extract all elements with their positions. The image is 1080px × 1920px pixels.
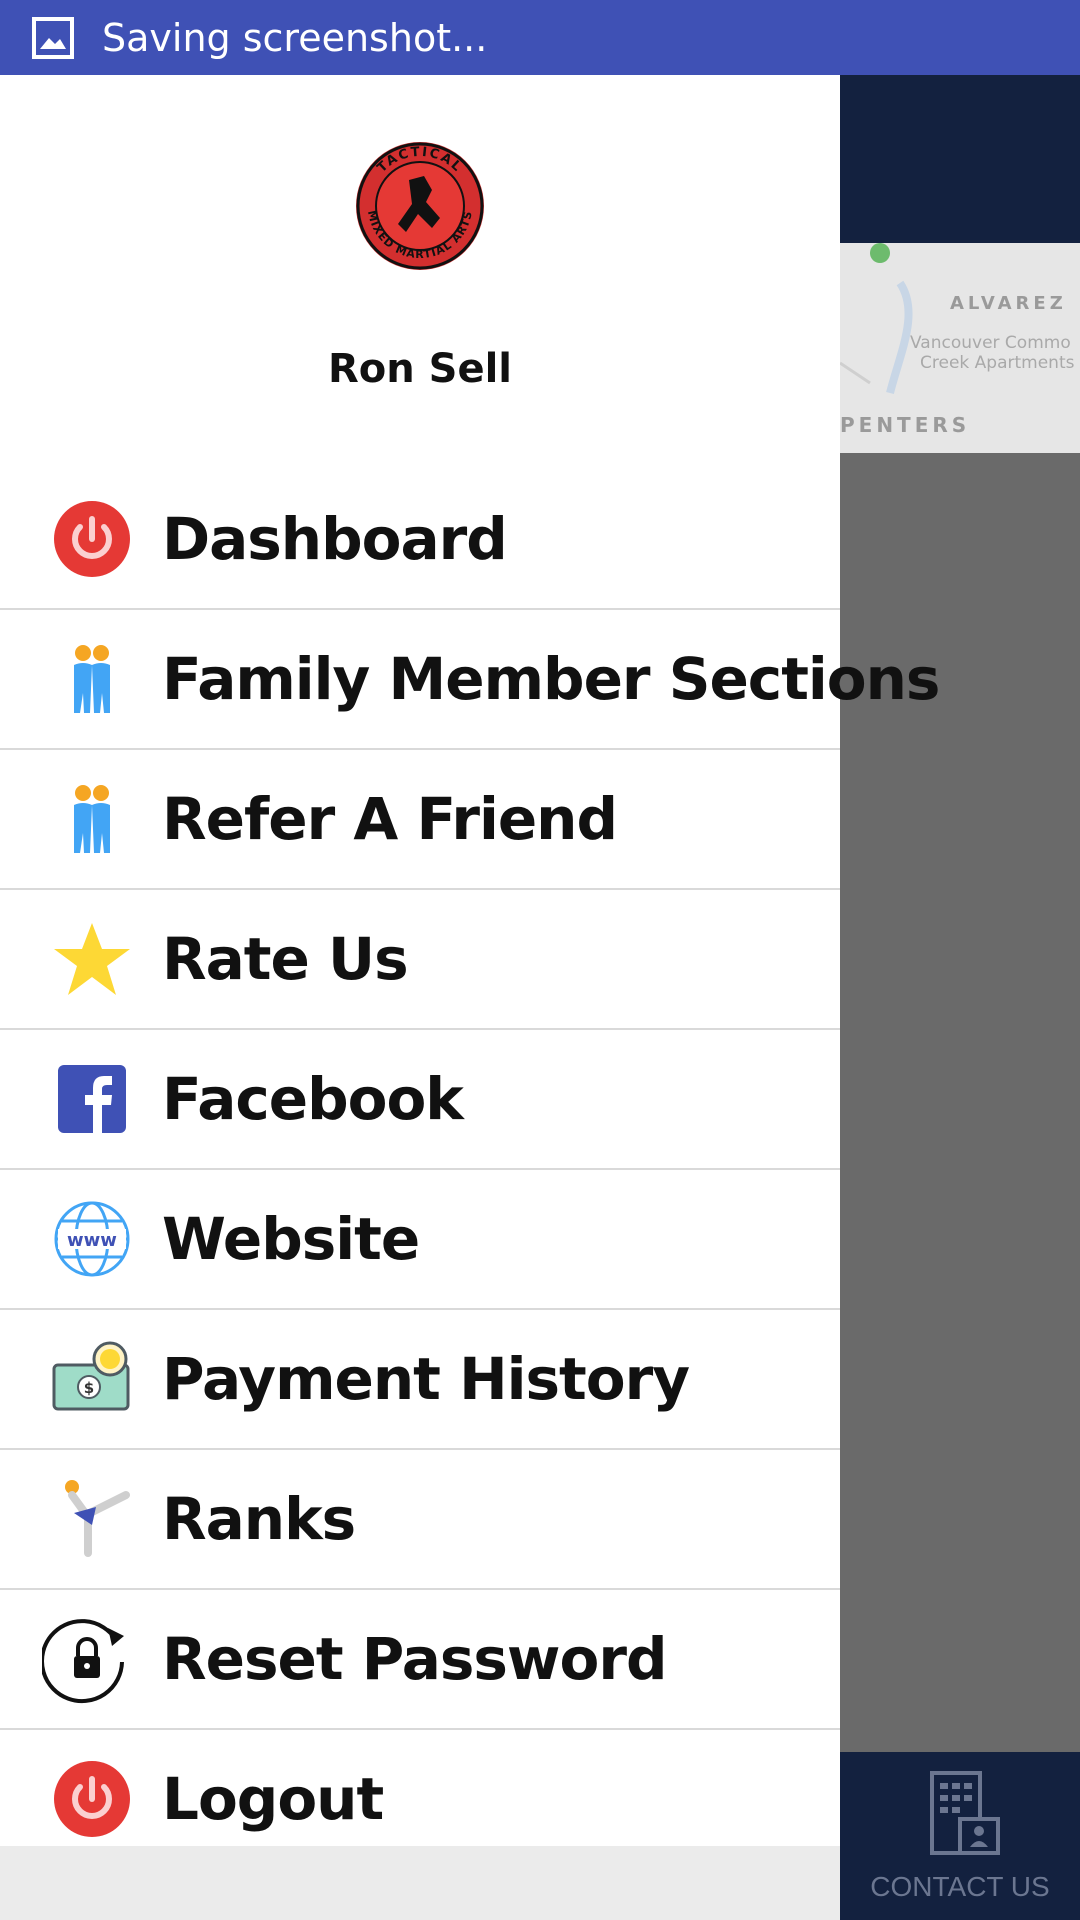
menu-item-refer-a-friend[interactable]: Refer A Friend (0, 750, 840, 890)
drawer-header: TACTICAL MIXED MARTIAL ARTS Ron Sell (0, 75, 840, 470)
user-name: Ron Sell (327, 346, 513, 392)
menu-item-payment-history[interactable]: $ Payment History (0, 1310, 840, 1450)
menu-label-reset-password: Reset Password (162, 1625, 667, 1693)
power-icon (52, 499, 132, 579)
club-logo: TACTICAL MIXED MARTIAL ARTS (356, 142, 484, 270)
menu-item-website[interactable]: www Website (0, 1170, 840, 1310)
map-small-2: Creek Apartments (920, 353, 1075, 373)
map-small-1: Vancouver Commo (910, 333, 1071, 353)
menu-label-ranks: Ranks (162, 1485, 356, 1553)
drawer-footer (0, 1846, 840, 1920)
star-icon (52, 919, 132, 999)
kick-icon (52, 1479, 132, 1559)
menu-label-website: Website (162, 1205, 420, 1273)
svg-text:$: $ (84, 1379, 94, 1397)
drawer-menu: Dashboard Family Member Sections Refer A… (0, 470, 940, 1870)
map-label-2: PENTERS (840, 413, 971, 437)
status-text: Saving screenshot... (102, 15, 488, 60)
svg-text:www: www (67, 1230, 117, 1251)
menu-item-reset-password[interactable]: Reset Password (0, 1590, 840, 1730)
screen: Saving screenshot... ALVAREZ Vancouver C… (0, 0, 1080, 1920)
people-icon (52, 639, 132, 719)
background-map: ALVAREZ Vancouver Commo Creek Apartments… (840, 243, 1080, 453)
menu-label-rate-us: Rate Us (162, 925, 409, 993)
menu-item-dashboard[interactable]: Dashboard (0, 470, 840, 610)
map-label-1: ALVAREZ (950, 293, 1067, 314)
status-bar: Saving screenshot... (0, 0, 1080, 75)
globe-www-icon: www (52, 1199, 132, 1279)
people-icon (52, 779, 132, 859)
menu-label-logout: Logout (162, 1765, 384, 1833)
menu-label-refer-a-friend: Refer A Friend (162, 785, 618, 853)
contact-building-icon (930, 1771, 1000, 1855)
menu-item-ranks[interactable]: Ranks (0, 1450, 840, 1590)
menu-label-payment-history: Payment History (162, 1345, 690, 1413)
power-icon (52, 1759, 132, 1839)
facebook-icon (52, 1059, 132, 1139)
background-bottom-bar: CONTACT US (840, 1752, 1080, 1920)
menu-label-dashboard: Dashboard (162, 505, 508, 573)
menu-item-family-member-sections[interactable]: Family Member Sections (0, 610, 940, 750)
menu-item-rate-us[interactable]: Rate Us (0, 890, 840, 1030)
image-icon (32, 16, 74, 59)
contact-us-label[interactable]: CONTACT US (870, 1871, 1049, 1903)
menu-item-facebook[interactable]: Facebook (0, 1030, 840, 1170)
money-icon: $ (52, 1339, 132, 1419)
menu-label-family-member-sections: Family Member Sections (162, 645, 940, 713)
menu-label-facebook: Facebook (162, 1065, 464, 1133)
navigation-drawer: TACTICAL MIXED MARTIAL ARTS Ron Sell Das… (0, 75, 940, 1920)
lock-reset-icon (42, 1619, 132, 1704)
